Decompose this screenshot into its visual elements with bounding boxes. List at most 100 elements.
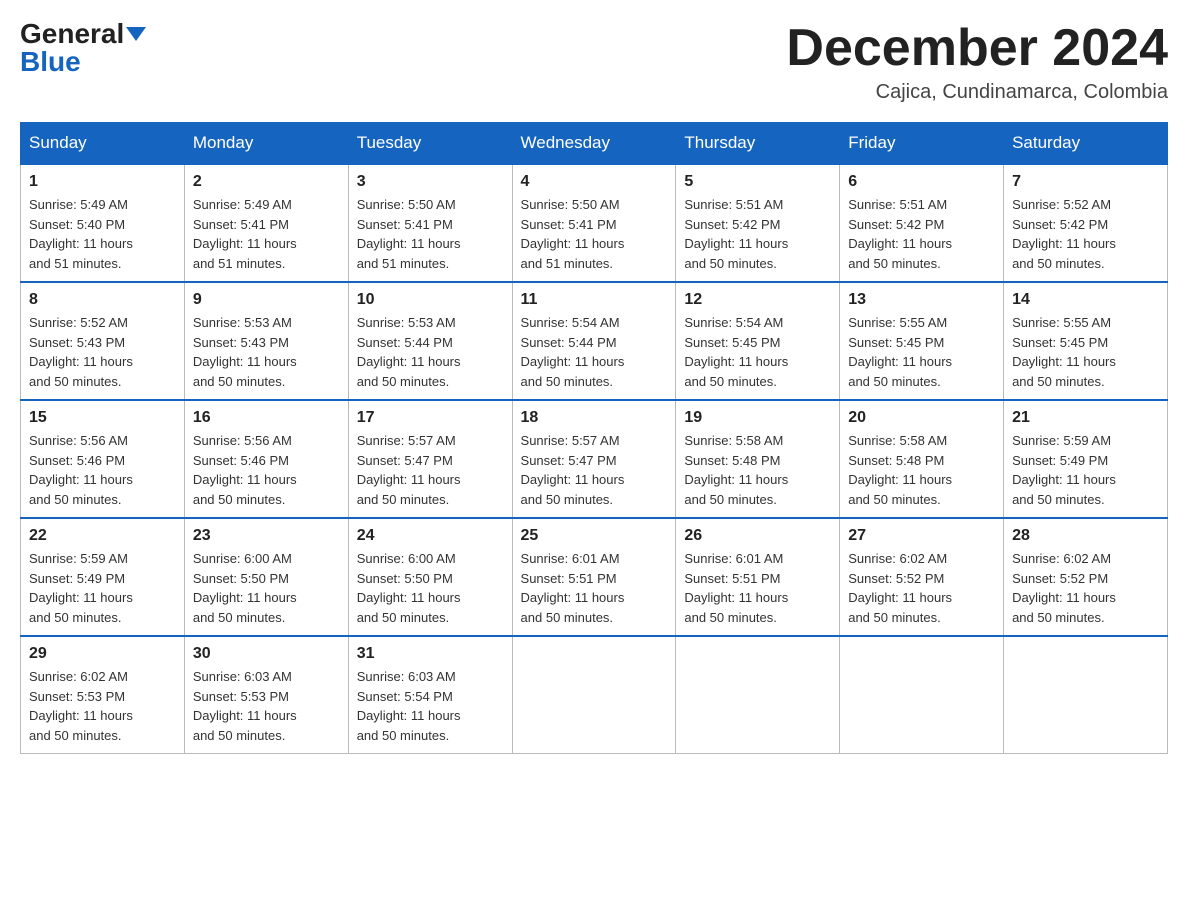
calendar-cell: 9 Sunrise: 5:53 AMSunset: 5:43 PMDaylight… bbox=[184, 282, 348, 400]
day-number: 1 bbox=[29, 173, 176, 191]
calendar-header-row: SundayMondayTuesdayWednesdayThursdayFrid… bbox=[21, 123, 1168, 165]
day-info: Sunrise: 6:03 AMSunset: 5:54 PMDaylight:… bbox=[357, 667, 504, 745]
calendar-cell: 5Sunrise: 5:51 AMSunset: 5:42 PMDaylight… bbox=[676, 164, 840, 282]
calendar-cell: 14 Sunrise: 5:55 AMSunset: 5:45 PMDayligh… bbox=[1004, 282, 1168, 400]
day-number: 20 bbox=[848, 409, 995, 427]
week-row-1: 1 Sunrise: 5:49 AMSunset: 5:40 PMDaylight… bbox=[21, 164, 1168, 282]
column-header-thursday: Thursday bbox=[676, 123, 840, 165]
day-number: 16 bbox=[193, 409, 340, 427]
day-info: Sunrise: 5:52 AMSunset: 5:42 PMDaylight:… bbox=[1012, 195, 1159, 273]
calendar-cell: 26 Sunrise: 6:01 AMSunset: 5:51 PMDayligh… bbox=[676, 518, 840, 636]
week-row-5: 29 Sunrise: 6:02 AMSunset: 5:53 PMDayligh… bbox=[21, 636, 1168, 754]
calendar-cell: 21 Sunrise: 5:59 AMSunset: 5:49 PMDayligh… bbox=[1004, 400, 1168, 518]
day-info: Sunrise: 5:53 AMSunset: 5:44 PMDaylight:… bbox=[357, 313, 504, 391]
day-info: Sunrise: 6:02 AMSunset: 5:52 PMDaylight:… bbox=[1012, 549, 1159, 627]
day-number: 22 bbox=[29, 527, 176, 545]
calendar-cell: 30 Sunrise: 6:03 AMSunset: 5:53 PMDayligh… bbox=[184, 636, 348, 754]
calendar-cell bbox=[676, 636, 840, 754]
month-title: December 2024 bbox=[786, 20, 1168, 77]
day-info: Sunrise: 5:58 AMSunset: 5:48 PMDaylight:… bbox=[684, 431, 831, 509]
day-info: Sunrise: 5:49 AMSunset: 5:41 PMDaylight:… bbox=[193, 195, 340, 273]
day-info: Sunrise: 5:54 AMSunset: 5:45 PMDaylight:… bbox=[684, 313, 831, 391]
day-info: Sunrise: 6:02 AMSunset: 5:53 PMDaylight:… bbox=[29, 667, 176, 745]
day-info: Sunrise: 5:56 AMSunset: 5:46 PMDaylight:… bbox=[193, 431, 340, 509]
calendar-cell: 1 Sunrise: 5:49 AMSunset: 5:40 PMDaylight… bbox=[21, 164, 185, 282]
day-number: 23 bbox=[193, 527, 340, 545]
day-info: Sunrise: 5:54 AMSunset: 5:44 PMDaylight:… bbox=[521, 313, 668, 391]
day-number: 28 bbox=[1012, 527, 1159, 545]
day-number: 5 bbox=[684, 173, 831, 191]
day-info: Sunrise: 5:52 AMSunset: 5:43 PMDaylight:… bbox=[29, 313, 176, 391]
day-number: 13 bbox=[848, 291, 995, 309]
day-number: 30 bbox=[193, 645, 340, 663]
calendar-cell bbox=[840, 636, 1004, 754]
calendar-cell: 29 Sunrise: 6:02 AMSunset: 5:53 PMDayligh… bbox=[21, 636, 185, 754]
day-info: Sunrise: 5:59 AMSunset: 5:49 PMDaylight:… bbox=[1012, 431, 1159, 509]
day-info: Sunrise: 6:01 AMSunset: 5:51 PMDaylight:… bbox=[521, 549, 668, 627]
day-info: Sunrise: 5:56 AMSunset: 5:46 PMDaylight:… bbox=[29, 431, 176, 509]
day-number: 31 bbox=[357, 645, 504, 663]
day-info: Sunrise: 5:55 AMSunset: 5:45 PMDaylight:… bbox=[1012, 313, 1159, 391]
day-number: 14 bbox=[1012, 291, 1159, 309]
day-number: 15 bbox=[29, 409, 176, 427]
day-number: 27 bbox=[848, 527, 995, 545]
day-info: Sunrise: 6:03 AMSunset: 5:53 PMDaylight:… bbox=[193, 667, 340, 745]
day-number: 26 bbox=[684, 527, 831, 545]
column-header-saturday: Saturday bbox=[1004, 123, 1168, 165]
calendar-cell: 31 Sunrise: 6:03 AMSunset: 5:54 PMDayligh… bbox=[348, 636, 512, 754]
calendar-cell: 22 Sunrise: 5:59 AMSunset: 5:49 PMDayligh… bbox=[21, 518, 185, 636]
calendar-cell: 17 Sunrise: 5:57 AMSunset: 5:47 PMDayligh… bbox=[348, 400, 512, 518]
day-number: 29 bbox=[29, 645, 176, 663]
column-header-sunday: Sunday bbox=[21, 123, 185, 165]
day-number: 18 bbox=[521, 409, 668, 427]
week-row-4: 22 Sunrise: 5:59 AMSunset: 5:49 PMDayligh… bbox=[21, 518, 1168, 636]
day-number: 12 bbox=[684, 291, 831, 309]
calendar-cell: 24 Sunrise: 6:00 AMSunset: 5:50 PMDayligh… bbox=[348, 518, 512, 636]
day-number: 10 bbox=[357, 291, 504, 309]
day-number: 21 bbox=[1012, 409, 1159, 427]
day-info: Sunrise: 5:50 AMSunset: 5:41 PMDaylight:… bbox=[521, 195, 668, 273]
day-info: Sunrise: 5:53 AMSunset: 5:43 PMDaylight:… bbox=[193, 313, 340, 391]
day-number: 11 bbox=[521, 291, 668, 309]
calendar-cell: 25 Sunrise: 6:01 AMSunset: 5:51 PMDayligh… bbox=[512, 518, 676, 636]
calendar-cell: 28 Sunrise: 6:02 AMSunset: 5:52 PMDayligh… bbox=[1004, 518, 1168, 636]
day-number: 8 bbox=[29, 291, 176, 309]
day-number: 19 bbox=[684, 409, 831, 427]
day-info: Sunrise: 6:01 AMSunset: 5:51 PMDaylight:… bbox=[684, 549, 831, 627]
calendar-cell: 12 Sunrise: 5:54 AMSunset: 5:45 PMDayligh… bbox=[676, 282, 840, 400]
column-header-monday: Monday bbox=[184, 123, 348, 165]
day-info: Sunrise: 5:49 AMSunset: 5:40 PMDaylight:… bbox=[29, 195, 176, 273]
calendar-cell: 3 Sunrise: 5:50 AMSunset: 5:41 PMDaylight… bbox=[348, 164, 512, 282]
day-number: 3 bbox=[357, 173, 504, 191]
calendar-cell: 7 Sunrise: 5:52 AMSunset: 5:42 PMDaylight… bbox=[1004, 164, 1168, 282]
page-header: General Blue December 2024 Cajica, Cundi… bbox=[20, 20, 1168, 104]
day-info: Sunrise: 6:00 AMSunset: 5:50 PMDaylight:… bbox=[357, 549, 504, 627]
day-info: Sunrise: 6:00 AMSunset: 5:50 PMDaylight:… bbox=[193, 549, 340, 627]
calendar-cell: 15 Sunrise: 5:56 AMSunset: 5:46 PMDayligh… bbox=[21, 400, 185, 518]
day-number: 24 bbox=[357, 527, 504, 545]
day-number: 9 bbox=[193, 291, 340, 309]
day-number: 7 bbox=[1012, 173, 1159, 191]
location-text: Cajica, Cundinamarca, Colombia bbox=[786, 81, 1168, 104]
day-info: Sunrise: 5:57 AMSunset: 5:47 PMDaylight:… bbox=[357, 431, 504, 509]
day-info: Sunrise: 6:02 AMSunset: 5:52 PMDaylight:… bbox=[848, 549, 995, 627]
calendar-cell: 11 Sunrise: 5:54 AMSunset: 5:44 PMDayligh… bbox=[512, 282, 676, 400]
calendar-cell: 19 Sunrise: 5:58 AMSunset: 5:48 PMDayligh… bbox=[676, 400, 840, 518]
day-number: 25 bbox=[521, 527, 668, 545]
day-info: Sunrise: 5:50 AMSunset: 5:41 PMDaylight:… bbox=[357, 195, 504, 273]
calendar-cell: 16 Sunrise: 5:56 AMSunset: 5:46 PMDayligh… bbox=[184, 400, 348, 518]
column-header-wednesday: Wednesday bbox=[512, 123, 676, 165]
day-number: 17 bbox=[357, 409, 504, 427]
week-row-2: 8 Sunrise: 5:52 AMSunset: 5:43 PMDaylight… bbox=[21, 282, 1168, 400]
calendar-cell: 27 Sunrise: 6:02 AMSunset: 5:52 PMDayligh… bbox=[840, 518, 1004, 636]
logo-blue-text: Blue bbox=[20, 48, 81, 76]
logo-triangle-icon bbox=[126, 27, 146, 41]
day-number: 2 bbox=[193, 173, 340, 191]
calendar-cell: 6Sunrise: 5:51 AMSunset: 5:42 PMDaylight… bbox=[840, 164, 1004, 282]
day-info: Sunrise: 5:55 AMSunset: 5:45 PMDaylight:… bbox=[848, 313, 995, 391]
day-number: 4 bbox=[521, 173, 668, 191]
calendar-cell: 8 Sunrise: 5:52 AMSunset: 5:43 PMDaylight… bbox=[21, 282, 185, 400]
day-info: Sunrise: 5:59 AMSunset: 5:49 PMDaylight:… bbox=[29, 549, 176, 627]
calendar-cell bbox=[512, 636, 676, 754]
calendar-cell: 23 Sunrise: 6:00 AMSunset: 5:50 PMDayligh… bbox=[184, 518, 348, 636]
